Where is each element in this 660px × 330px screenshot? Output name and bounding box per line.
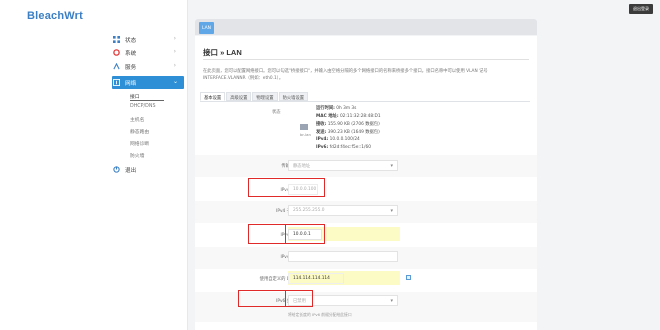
sidebar-item-label: 系统 [125, 50, 137, 57]
services-icon [112, 63, 120, 71]
dns-input[interactable]: 114.114.114.114 [288, 273, 344, 284]
sidebar-subitem-dhcp[interactable]: DHCP/DNS [130, 104, 156, 109]
page-description: 在此页面，您可以配置网络接口。您可以勾选"桥接接口"，并输入由空格分隔的多个网络… [203, 69, 488, 81]
logout-button[interactable]: 退出登录 [629, 4, 653, 14]
chevron-right-icon: › [173, 35, 176, 42]
tab-advanced-settings[interactable]: 高级设置 [226, 92, 252, 101]
status-ipv6: IPv6: fd2d:f4ec:f5e::1/60 [316, 145, 371, 150]
ipv6-assign-hint: 将给定长度的 IPv6 前缀分配给此接口 [288, 312, 352, 317]
sidebar-subitem-firewall[interactable]: 防火墙 [130, 152, 144, 159]
top-tabbar [195, 19, 537, 35]
protocol-select[interactable]: 静态地址 [288, 160, 398, 171]
chevron-right-icon: › [173, 48, 176, 55]
interface-name: br-lan [300, 132, 311, 137]
highlight-box [248, 178, 325, 197]
sidebar-item-label: 服务 [125, 64, 137, 71]
status-ipv4: IPv4: 10.0.0.100/24 [316, 137, 360, 142]
sidebar-item-logout[interactable]: 退出 [112, 163, 182, 176]
status-mac: MAC 地址: 02:11:32:28:48:D1 [316, 114, 381, 119]
status-uptime: 运行时间: 0h 3m 3s [316, 106, 357, 111]
status-label: 状态 [272, 110, 281, 115]
broadcast-input[interactable] [288, 251, 398, 262]
sidebar-item-status[interactable]: 状态 › [112, 33, 182, 46]
network-icon [112, 79, 120, 87]
grid-icon [112, 36, 120, 44]
page-title: 接口 » LAN [203, 48, 242, 57]
divider [200, 101, 530, 102]
brand-logo[interactable]: BleachWrt [27, 10, 83, 22]
sidebar-subitem-routes[interactable]: 静态路由 [130, 128, 149, 135]
sidebar-item-label: 状态 [125, 37, 137, 44]
sidebar-item-system[interactable]: 系统 › [112, 46, 182, 59]
add-dns-icon[interactable] [406, 275, 411, 280]
highlight-box [285, 224, 325, 244]
content-card: 接口 » LAN 在此页面，您可以配置网络接口。您可以勾选"桥接接口"，并输入由… [195, 36, 537, 330]
logout-icon [112, 166, 120, 174]
tab-firewall-settings[interactable]: 防火墙设置 [278, 92, 309, 101]
divider [203, 59, 529, 60]
interface-icon [300, 124, 308, 131]
tab-basic-settings[interactable]: 基本设置 [200, 92, 226, 101]
sidebar-item-label: 退出 [125, 167, 137, 174]
netmask-select[interactable]: 255.255.255.0 [288, 205, 398, 216]
tab-lan[interactable]: LAN [199, 22, 214, 34]
sidebar-item-label: 网络 [125, 80, 137, 87]
status-tx: 发送: 390.23 KB (1649 数据包) [316, 130, 380, 135]
sidebar: BleachWrt 状态 › 系统 › 服务 › 网络 ⌄ 接口 DHCP/DN… [0, 0, 188, 330]
sidebar-item-network[interactable]: 网络 ⌄ [112, 76, 184, 89]
gear-icon [112, 49, 120, 57]
highlight-box [285, 290, 313, 307]
settings-tabs: 基本设置 高级设置 物理设置 防火墙设置 [200, 92, 309, 101]
chevron-down-icon: ⌄ [172, 78, 178, 85]
sidebar-subitem-hostnames[interactable]: 主机名 [130, 116, 144, 123]
sidebar-item-services[interactable]: 服务 › [112, 60, 182, 73]
sidebar-subitem-diagnostics[interactable]: 网络诊断 [130, 140, 149, 147]
chevron-right-icon: › [173, 62, 176, 69]
tab-physical-settings[interactable]: 物理设置 [252, 92, 278, 101]
status-rx: 接收: 155.90 KB (2706 数据包) [316, 122, 380, 127]
sidebar-subitem-interfaces[interactable]: 接口 [130, 93, 163, 101]
